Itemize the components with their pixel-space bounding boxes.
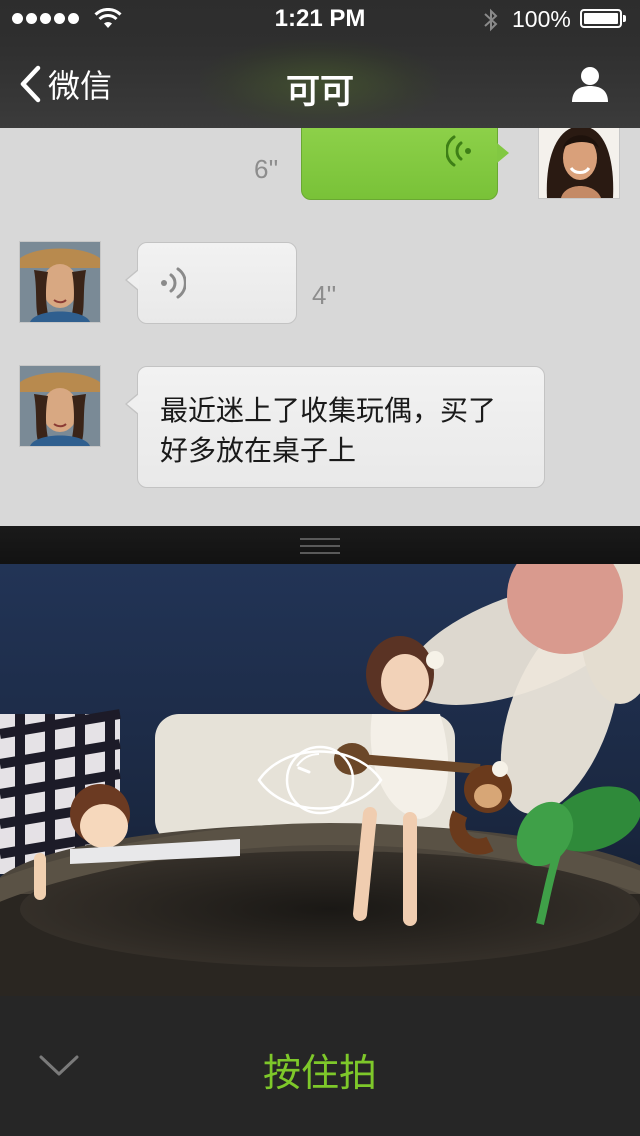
avatar-contact[interactable]	[20, 242, 100, 322]
voice-duration: 6''	[254, 154, 279, 184]
person-icon[interactable]	[570, 64, 610, 104]
status-bar: 1:21 PM 100%	[0, 0, 640, 40]
bluetooth-icon	[484, 8, 498, 32]
avatar-contact-image	[20, 366, 100, 446]
navigation-bar: 微信 可可	[0, 40, 640, 128]
top-bar: 1:21 PM 100% 微信 可可	[0, 0, 640, 128]
voice-bubble[interactable]	[125, 242, 297, 324]
battery-percentage: 100%	[512, 6, 571, 32]
message-voice-outgoing: 6''	[0, 128, 640, 208]
avatar-contact-image	[20, 242, 100, 322]
chat-title: 可可	[286, 72, 354, 112]
avatar-self-image	[539, 128, 619, 198]
avatar-self[interactable]	[539, 128, 619, 198]
voice-duration: 4''	[312, 280, 337, 310]
chat-area[interactable]: 6'' 4'' 最近迷上了收集玩偶，买了好多放在桌子上	[0, 128, 640, 526]
message-text: 最近迷上了收集玩偶，买了好多放在桌子上	[160, 394, 497, 467]
battery-icon	[580, 9, 626, 28]
camera-controls: 按住拍	[0, 996, 640, 1136]
hold-to-shoot-button[interactable]: 按住拍	[0, 1042, 640, 1097]
sound-wave-icon	[161, 267, 186, 299]
message-text-incoming: 最近迷上了收集玩偶，买了好多放在桌子上	[0, 366, 640, 488]
drag-grip-icon[interactable]	[300, 538, 340, 554]
panel-drag-handle[interactable]	[0, 526, 640, 564]
voice-bubble[interactable]	[301, 128, 509, 200]
text-bubble[interactable]: 最近迷上了收集玩偶，买了好多放在桌子上	[125, 366, 545, 488]
message-voice-incoming: 4''	[0, 242, 640, 324]
avatar-contact[interactable]	[20, 366, 100, 446]
camera-viewfinder[interactable]	[0, 564, 640, 996]
eye-icon[interactable]	[255, 734, 385, 826]
sound-wave-icon	[446, 135, 471, 167]
